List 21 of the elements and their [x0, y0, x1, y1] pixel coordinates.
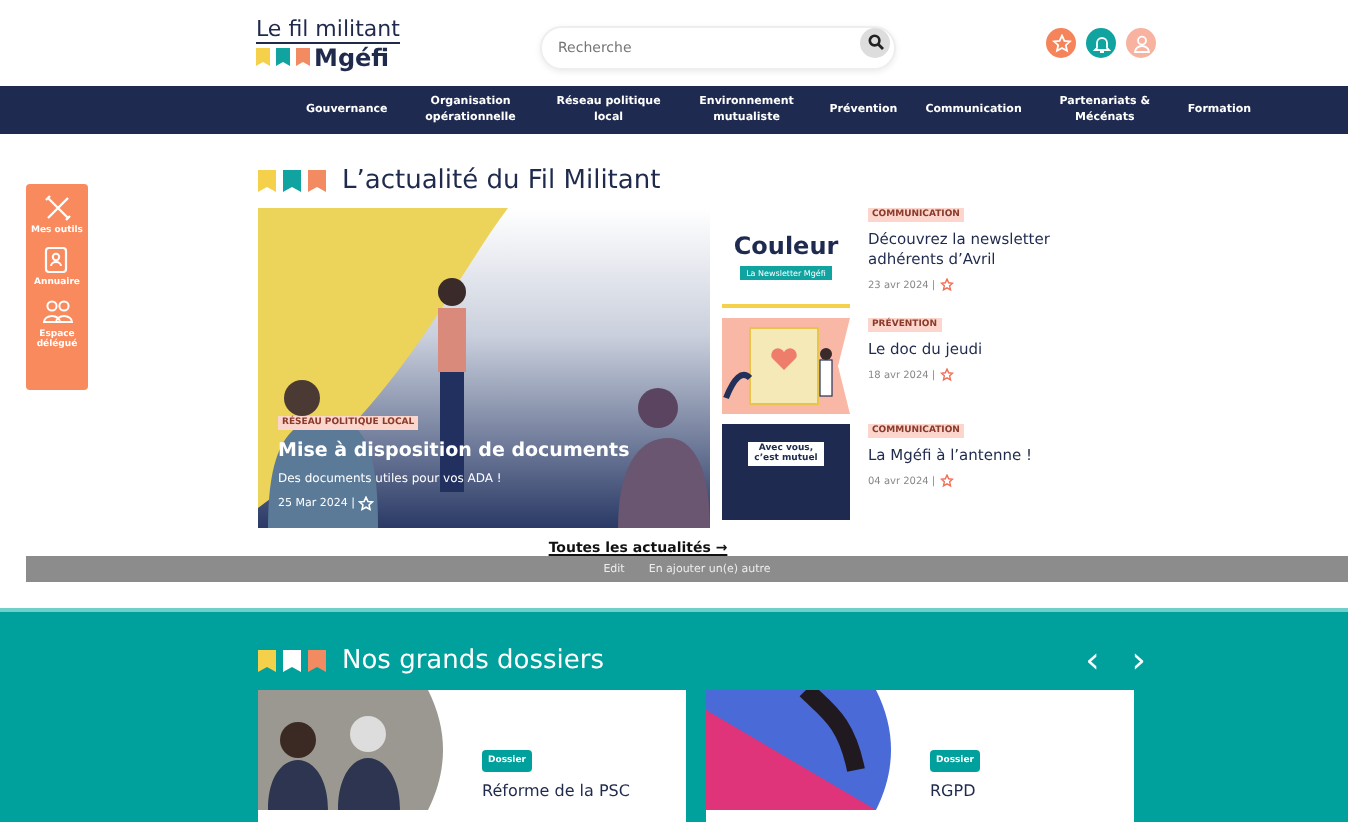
star-icon[interactable]	[939, 278, 954, 292]
clipboard-illustration[interactable]	[722, 318, 850, 414]
logo-brand: Mgéfi	[314, 43, 390, 71]
section-title: Nos grands dossiers	[342, 646, 605, 676]
flags-icon	[258, 170, 326, 192]
star-icon[interactable]	[939, 368, 954, 382]
dossier-title: Réforme de la PSC	[482, 782, 630, 800]
bell-icon[interactable]	[1086, 28, 1116, 58]
address-book-icon	[44, 246, 69, 274]
thumbnail-title: Couleur	[733, 233, 839, 257]
dossier-title: RGPD	[930, 782, 976, 800]
user-icon[interactable]	[1126, 28, 1156, 58]
people-icon	[41, 298, 73, 326]
flags-icon	[256, 48, 310, 66]
article-title: Mise à disposition de documents	[278, 440, 630, 462]
star-icon[interactable]	[939, 474, 954, 488]
section-title: L’actualité du Fil Militant	[342, 166, 661, 196]
star-icon[interactable]	[1046, 28, 1076, 58]
logo-title: Le fil militant	[256, 15, 400, 43]
flags-icon	[258, 650, 326, 672]
tools-icon	[43, 194, 71, 222]
